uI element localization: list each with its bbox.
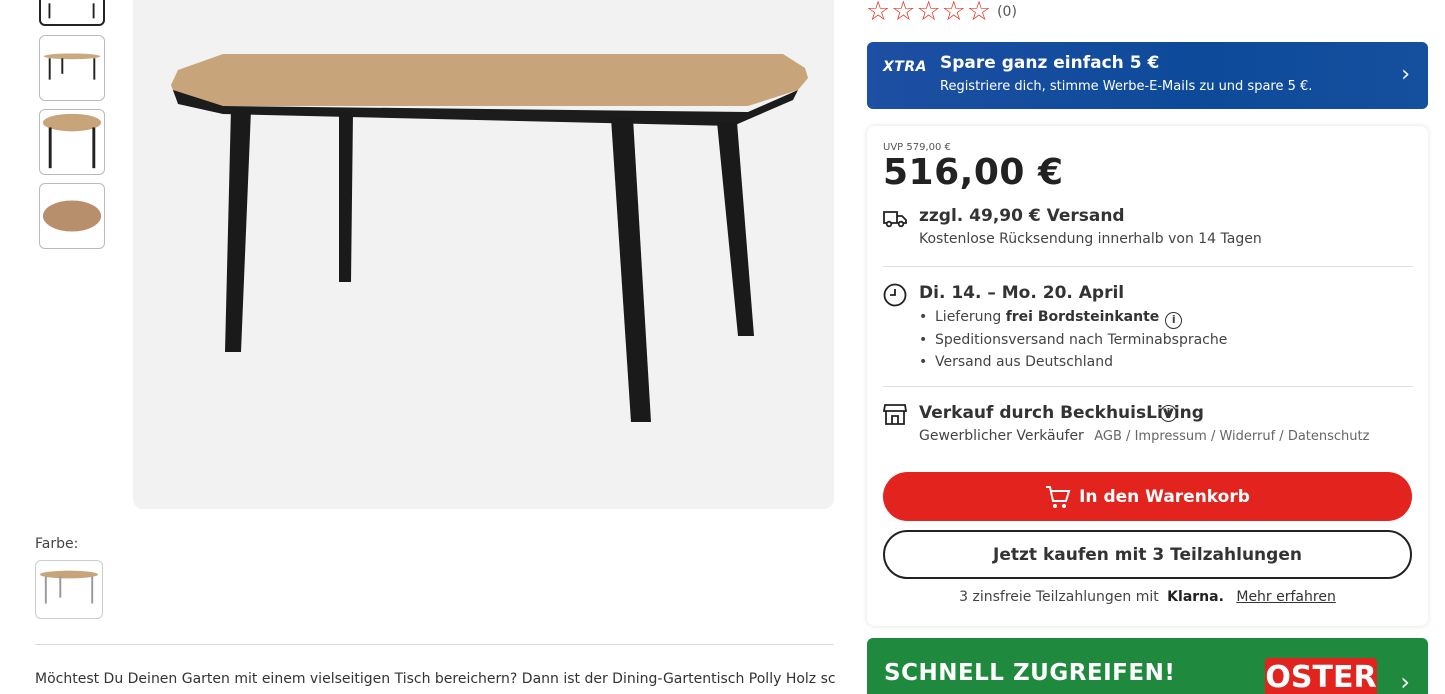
delivery-date: Di. 14. – Mo. 20. April <box>919 283 1125 303</box>
truck-icon <box>883 211 907 228</box>
seller-info-line: Gewerblicher Verkäufer AGB / Impressum /… <box>919 428 1369 444</box>
seller-legal-links[interactable]: AGB / Impressum / Widerruf / Datenschutz <box>1094 429 1369 444</box>
divider <box>883 266 1413 267</box>
return-info: Kostenlose Rücksendung innerhalb von 14 … <box>919 231 1262 247</box>
star-icon: ☆ <box>866 0 891 27</box>
store-icon <box>883 404 907 425</box>
star-icon: ☆ <box>966 0 992 27</box>
add-to-cart-label: In den Warenkorb <box>1079 486 1250 507</box>
divider <box>883 386 1413 387</box>
delivery-bullet-bold: frei Bordsteinkante <box>1005 309 1160 325</box>
thumbnail-2[interactable] <box>39 35 105 101</box>
promo-badge: OSTER <box>1265 658 1377 694</box>
star-icon: ☆ <box>916 0 941 27</box>
delivery-bullet-prefix: Lieferung <box>935 309 1006 325</box>
chevron-right-icon[interactable]: › <box>1400 668 1410 694</box>
current-price: 516,00 € <box>883 152 1064 193</box>
star-icon: ☆ <box>891 0 916 27</box>
delivery-bullet: Lieferung frei Bordsteinkante i <box>919 306 1227 329</box>
klarna-installments-button[interactable]: Jetzt kaufen mit 3 Teilzahlungen <box>883 530 1412 579</box>
easter-promo-banner[interactable]: SCHNELL ZUGREIFEN! OSTER › <box>867 638 1428 694</box>
delivery-details: Lieferung frei Bordsteinkante i Spedition… <box>919 306 1227 373</box>
xtra-banner[interactable]: XTRA Spare ganz einfach 5 € Registriere … <box>867 42 1428 109</box>
xtra-subtitle: Registriere dich, stimme Werbe-E-Mails z… <box>940 79 1313 94</box>
color-label: Farbe: <box>35 536 79 552</box>
klarna-info: 3 zinsfreie Teilzahlungen mit Klarna. Me… <box>867 589 1428 605</box>
info-icon[interactable]: i <box>1165 312 1183 329</box>
xtra-title: Spare ganz einfach 5 € <box>940 53 1160 73</box>
color-swatch[interactable] <box>35 560 103 619</box>
cart-icon <box>1046 485 1071 508</box>
klarna-logo: Klarna. <box>1167 589 1224 605</box>
buy-box: UVP 579,00 € 516,00 € zzgl. 49,90 € Vers… <box>867 126 1428 626</box>
rating-count[interactable]: (0) <box>997 4 1017 20</box>
add-to-cart-button[interactable]: In den Warenkorb <box>883 472 1412 521</box>
promo-text: SCHNELL ZUGREIFEN! <box>884 660 1176 686</box>
delivery-bullet: Speditionsversand nach Terminabsprache <box>919 329 1227 351</box>
seller-type: Gewerblicher Verkäufer <box>919 428 1084 444</box>
thumbnail-1[interactable] <box>39 0 105 26</box>
delivery-bullet: Versand aus Deutschland <box>919 351 1227 373</box>
clock-icon <box>883 283 907 307</box>
shipping-cost: zzgl. 49,90 € Versand <box>919 206 1125 226</box>
klarna-text: 3 zinsfreie Teilzahlungen mit <box>959 589 1159 605</box>
rating[interactable]: ☆ ☆ ☆ ☆ ☆ (0) <box>866 0 1017 27</box>
klarna-learn-more-link[interactable]: Mehr erfahren <box>1236 589 1335 605</box>
thumbnail-4[interactable] <box>39 183 105 249</box>
thumbnail-3[interactable] <box>39 109 105 175</box>
chevron-right-icon[interactable]: › <box>1401 62 1410 87</box>
product-description: Möchtest Du Deinen Garten mit einem viel… <box>35 671 835 687</box>
star-icon: ☆ <box>941 0 966 27</box>
product-image[interactable] <box>133 0 834 509</box>
info-icon[interactable]: i <box>1160 405 1177 422</box>
xtra-logo: XTRA <box>883 59 927 75</box>
divider <box>35 644 834 645</box>
